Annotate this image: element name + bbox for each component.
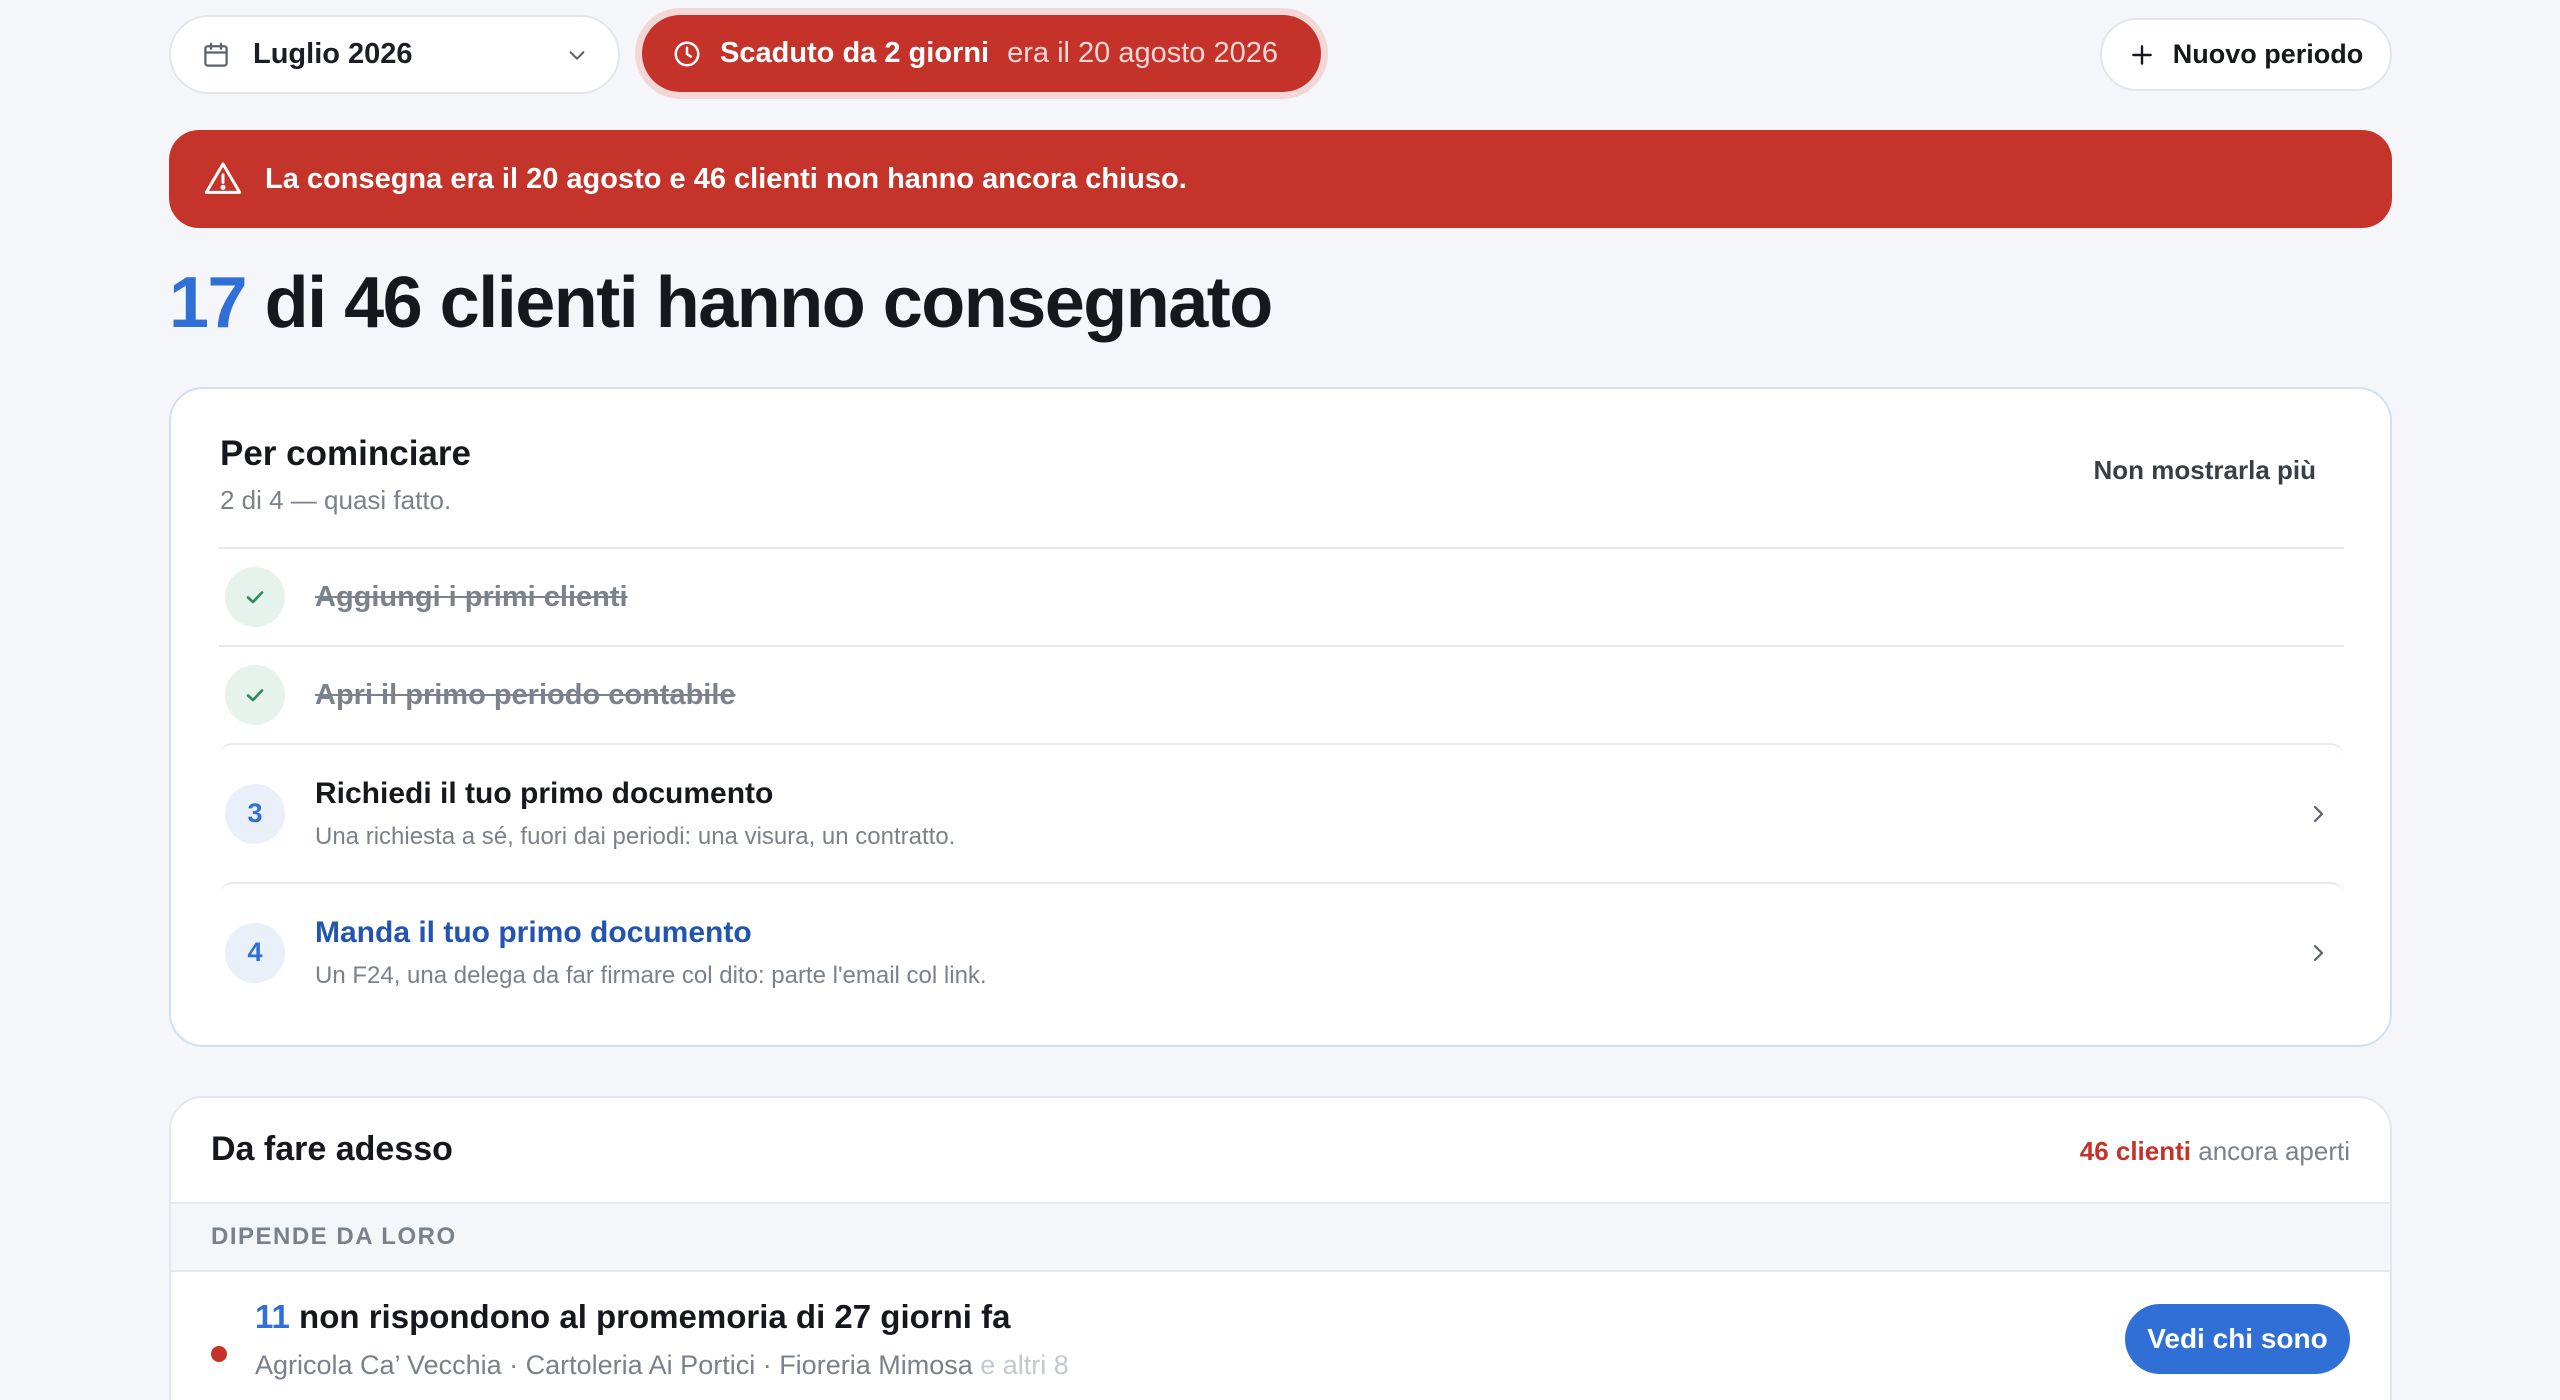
- open-clients-count: 46 clienti ancora aperti: [2080, 1136, 2350, 1167]
- dismiss-onboarding-button[interactable]: Non mostrarla più: [2094, 455, 2316, 486]
- chevron-down-icon: [569, 50, 585, 60]
- todo-card: Da fare adesso 46 clienti ancora aperti …: [169, 1096, 2392, 1400]
- open-clients-label: ancora aperti: [2191, 1136, 2350, 1166]
- calendar-icon: [204, 42, 228, 67]
- step-number-badge: 3: [225, 783, 285, 844]
- step-done-badge: [225, 665, 285, 725]
- todo-title: Da fare adesso: [211, 1130, 453, 1168]
- list-item-title-text: non rispondono al promemoria di 27 giorn…: [289, 1298, 1011, 1335]
- onboarding-step-add-clients: Aggiungi i primi clienti: [219, 547, 2344, 645]
- onboarding-steps: Aggiungi i primi clienti Apri il primo p…: [219, 547, 2344, 1021]
- period-select[interactable]: Luglio 2026: [169, 15, 620, 94]
- page-title: 17 di 46 clienti hanno consegnato: [169, 262, 1274, 344]
- new-period-label: Nuovo periodo: [2172, 39, 2364, 69]
- onboarding-title: Per cominciare: [220, 434, 471, 473]
- step-text: Manda il tuo primo documento Un F24, una…: [315, 916, 987, 990]
- step-label: Richiedi il tuo primo documento: [315, 776, 774, 810]
- plus-icon: [2131, 44, 2152, 65]
- list-item: 11 non rispondono al promemoria di 27 gi…: [171, 1272, 2390, 1400]
- onboarding-progress: 2 di 4 — quasi fatto.: [220, 485, 452, 515]
- step-description: Un F24, una delega da far firmare col di…: [315, 961, 987, 989]
- period-select-value: Luglio 2026: [253, 38, 413, 70]
- chevron-right-icon: [2313, 805, 2324, 822]
- step-label: Aggiungi i primi clienti: [315, 580, 628, 613]
- overdue-badge[interactable]: Scaduto da 2 giorni era il 20 agosto 202…: [635, 8, 1328, 99]
- chevron-right-icon: [2313, 944, 2324, 961]
- step-number-badge: 4: [225, 922, 285, 983]
- delivered-count: 17: [169, 263, 248, 343]
- check-icon: [246, 591, 264, 604]
- main-content: Luglio 2026 Scaduto da 2 giorni era il 2…: [169, 0, 2392, 1400]
- todo-section-header: DIPENDE DA LORO: [171, 1204, 2390, 1272]
- overdue-label: Scaduto da 2 giorni: [720, 37, 990, 69]
- todo-header: Da fare adesso 46 clienti ancora aperti: [171, 1098, 2390, 1204]
- more-clients: e altri 8: [972, 1350, 1069, 1380]
- alert-text: La consegna era il 20 agosto e 46 client…: [265, 162, 1187, 195]
- clock-icon: [674, 41, 700, 66]
- overdue-date: era il 20 agosto 2026: [1007, 37, 1278, 69]
- see-clients-button[interactable]: Vedi chi sono: [2125, 1304, 2350, 1374]
- deadline-alert: La consegna era il 20 agosto e 46 client…: [169, 130, 2392, 228]
- page-title-text: di 46 clienti hanno consegnato: [246, 263, 1274, 343]
- list-item-clients: Agricola Ca’ Vecchia · Cartoleria Ai Por…: [255, 1350, 1069, 1381]
- onboarding-step-request-document[interactable]: 3 Richiedi il tuo primo documento Una ri…: [219, 743, 2344, 882]
- onboarding-step-send-document[interactable]: 4 Manda il tuo primo documento Un F24, u…: [219, 882, 2344, 1021]
- step-label: Manda il tuo primo documento: [315, 915, 752, 949]
- status-dot: [211, 1346, 227, 1362]
- top-bar: Luglio 2026 Scaduto da 2 giorni era il 2…: [169, 0, 2392, 110]
- onboarding-card: Per cominciare 2 di 4 — quasi fatto. Non…: [169, 387, 2392, 1047]
- onboarding-step-open-period: Apri il primo periodo contabile: [219, 645, 2344, 743]
- list-item-count: 11: [255, 1298, 290, 1335]
- step-done-badge: [225, 567, 285, 627]
- step-description: Una richiesta a sé, fuori dai periodi: u…: [315, 822, 956, 850]
- new-period-button[interactable]: Nuovo periodo: [2100, 18, 2392, 91]
- check-icon: [246, 689, 264, 702]
- step-text: Richiedi il tuo primo documento Una rich…: [315, 777, 955, 851]
- overdue-pill: Scaduto da 2 giorni era il 20 agosto 202…: [642, 15, 1321, 92]
- warning-icon: [204, 162, 242, 194]
- step-label: Apri il primo periodo contabile: [315, 678, 736, 711]
- list-item-title: 11 non rispondono al promemoria di 27 gi…: [255, 1298, 1010, 1336]
- client-names: Agricola Ca’ Vecchia · Cartoleria Ai Por…: [255, 1350, 973, 1380]
- open-clients-number: 46 clienti: [2079, 1136, 2192, 1166]
